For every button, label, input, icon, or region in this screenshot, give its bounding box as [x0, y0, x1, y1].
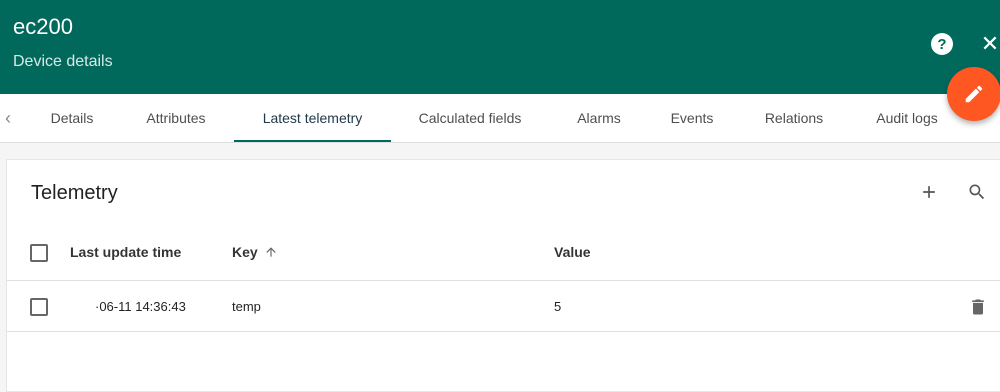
trash-icon — [972, 299, 984, 315]
tab-calculated-fields[interactable]: Calculated fields — [405, 94, 535, 142]
row-checkbox[interactable] — [30, 298, 48, 316]
tab-audit-logs[interactable]: Audit logs — [864, 94, 950, 142]
plus-icon — [923, 186, 935, 198]
device-details-subtitle: Device details — [13, 53, 113, 70]
chevron-left-icon: ‹ — [5, 107, 11, 128]
column-header-last-update-time[interactable]: Last update time — [70, 244, 181, 260]
tab-bar: ‹ Details Attributes Latest telemetry Ca… — [0, 94, 1000, 143]
tab-attributes[interactable]: Attributes — [130, 94, 222, 142]
arrow-up-icon — [266, 247, 276, 257]
help-button[interactable]: ? — [931, 33, 953, 55]
column-header-key[interactable]: Key — [232, 244, 278, 260]
tab-latest-telemetry[interactable]: Latest telemetry — [234, 94, 391, 142]
pencil-icon — [965, 85, 983, 103]
row-value: 5 — [554, 299, 562, 314]
tab-events[interactable]: Events — [660, 94, 724, 142]
row-last-update-time: ·06-11 14:36:43 — [95, 299, 186, 314]
add-telemetry-button[interactable] — [915, 178, 943, 206]
tab-alarms[interactable]: Alarms — [562, 94, 636, 142]
device-name-title: ec200 — [13, 14, 73, 39]
help-icon: ? — [937, 35, 947, 53]
column-header-value[interactable]: Value — [554, 244, 591, 260]
telemetry-card: Telemetry Last update time Key Value ·06… — [6, 159, 1000, 392]
search-icon — [969, 184, 985, 200]
search-button[interactable] — [963, 178, 991, 206]
tab-relations[interactable]: Relations — [752, 94, 836, 142]
select-all-checkbox[interactable] — [30, 244, 48, 262]
telemetry-title: Telemetry — [31, 182, 118, 204]
tab-scroll-left-button[interactable]: ‹ — [0, 106, 16, 130]
close-icon: ✕ — [980, 31, 1000, 56]
row-divider — [7, 331, 1000, 332]
close-button[interactable]: ✕ — [978, 31, 1000, 56]
delete-row-button[interactable] — [964, 293, 992, 321]
tab-details[interactable]: Details — [40, 94, 104, 142]
row-key: temp — [232, 299, 261, 314]
header-divider — [7, 280, 1000, 281]
edit-button[interactable] — [947, 67, 1000, 121]
device-details-header: ec200 Device details ? ✕ — [0, 0, 1000, 94]
